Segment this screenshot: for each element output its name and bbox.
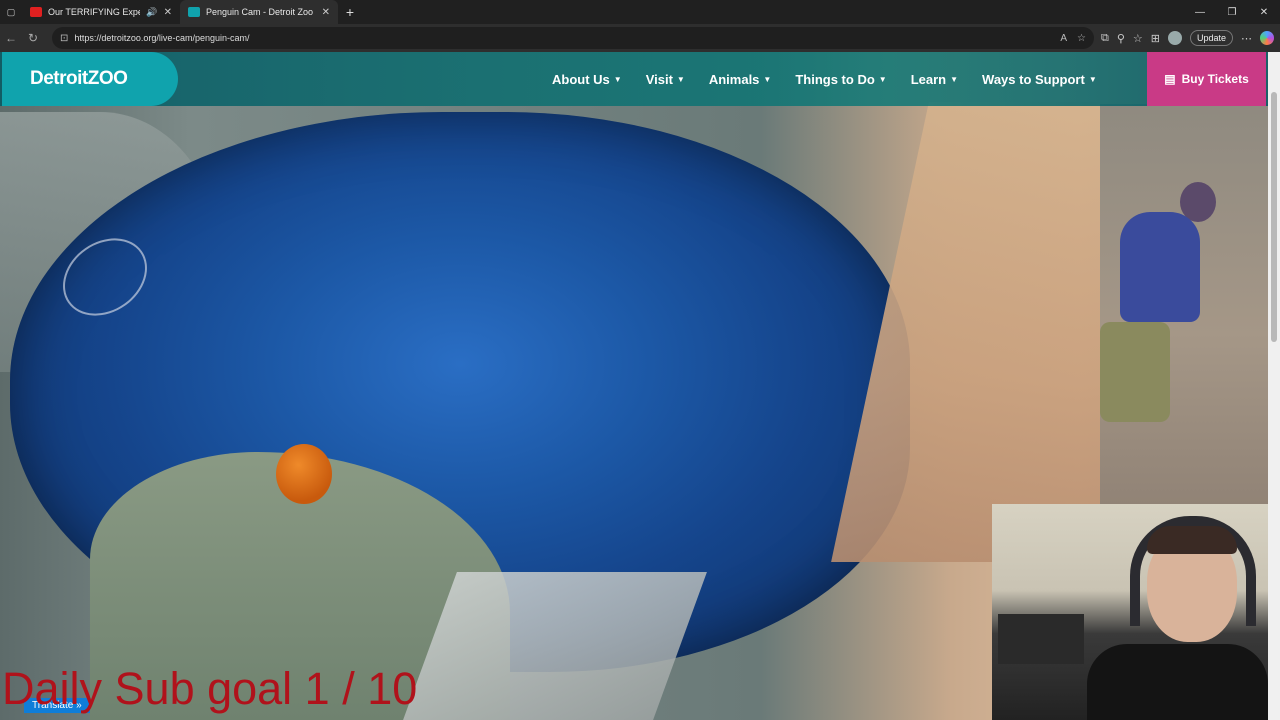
- chevron-down-icon: ▼: [950, 74, 959, 84]
- tab-youtube[interactable]: Our TERRIFYING Experience 🔊 ✕: [22, 0, 180, 24]
- tab-title: Penguin Cam - Detroit Zoo: [206, 7, 314, 17]
- nav-label: Ways to Support: [982, 71, 1085, 87]
- zookeeper: [1080, 172, 1216, 422]
- main-nav: About Us ▼ Visit ▼ Animals ▼ Things to Do ▼ …: [540, 52, 1109, 106]
- nav-label: Visit: [645, 71, 673, 87]
- back-button[interactable]: ←: [0, 31, 22, 45]
- site-info-icon[interactable]: ⊡: [60, 33, 68, 44]
- tab-bar: ▢ Our TERRIFYING Experience 🔊 ✕ Penguin …: [0, 0, 1280, 24]
- nav-animals[interactable]: Animals ▼: [697, 72, 784, 87]
- webpage: DetroitZOO About Us ▼ Visit ▼ Animals ▼ Thi…: [0, 52, 1280, 720]
- tab-title: Our TERRIFYING Experience: [48, 7, 141, 17]
- nav-about-us[interactable]: About Us ▼: [540, 72, 634, 87]
- url-field[interactable]: ⊡ https://detroitzoo.org/live-cam/pengui…: [52, 27, 1094, 49]
- profile-avatar[interactable]: [1167, 31, 1182, 45]
- chevron-down-icon: ▼: [613, 74, 622, 84]
- scrollbar[interactable]: [1268, 52, 1280, 720]
- update-button[interactable]: Update: [1189, 30, 1233, 46]
- nav-learn[interactable]: Learn ▼: [899, 72, 970, 87]
- close-icon[interactable]: ✕: [322, 7, 330, 18]
- more-menu-icon[interactable]: ⋯: [1241, 32, 1252, 45]
- sub-goal-overlay: Daily Sub goal 1 / 10: [2, 663, 418, 714]
- scrollbar-thumb[interactable]: [1271, 92, 1277, 342]
- extensions-icon[interactable]: ⧉: [1101, 32, 1109, 45]
- toolbar: ⧉ ⚲ ☆ ⊞ Update ⋯: [1101, 24, 1274, 52]
- favorites-icon[interactable]: ☆: [1133, 32, 1143, 45]
- close-window-button[interactable]: ✕: [1248, 7, 1280, 18]
- window-controls: — ❐ ✕: [1184, 0, 1280, 24]
- youtube-icon: [30, 7, 42, 17]
- copilot-icon[interactable]: [1260, 31, 1274, 45]
- streamer-webcam: [992, 504, 1268, 720]
- split-screen-icon[interactable]: ⚲: [1117, 32, 1125, 45]
- favorite-star-icon[interactable]: ☆: [1077, 33, 1086, 44]
- nav-label: Learn: [910, 71, 947, 87]
- ticket-icon: ▤: [1164, 72, 1176, 86]
- tab-actions-icon[interactable]: ▢: [0, 7, 22, 18]
- collections-icon[interactable]: ⊞: [1151, 32, 1160, 45]
- nav-visit[interactable]: Visit ▼: [634, 72, 697, 87]
- pool-stairs: [403, 572, 707, 720]
- chevron-down-icon: ▼: [878, 74, 887, 84]
- site-header: DetroitZOO About Us ▼ Visit ▼ Animals ▼ Thi…: [0, 52, 1268, 106]
- maximize-button[interactable]: ❐: [1216, 7, 1248, 18]
- nav-label: Animals: [708, 71, 760, 87]
- url-text: https://detroitzoo.org/live-cam/penguin-…: [74, 33, 250, 43]
- detroit-zoo-icon: [188, 7, 200, 17]
- refresh-button[interactable]: ↻: [22, 31, 44, 45]
- chevron-down-icon: ▼: [763, 74, 772, 84]
- buy-tickets-button[interactable]: ▤ Buy Tickets: [1147, 52, 1266, 106]
- nav-things-to-do[interactable]: Things to Do ▼: [783, 72, 898, 87]
- buy-tickets-label: Buy Tickets: [1181, 72, 1249, 86]
- pumpkin: [276, 444, 332, 504]
- new-tab-button[interactable]: +: [338, 4, 362, 20]
- address-bar: ← ↻ ⊡ https://detroitzoo.org/live-cam/pe…: [0, 24, 1280, 52]
- nav-label: About Us: [552, 71, 610, 87]
- url-actions: A ☆: [1060, 27, 1086, 49]
- read-aloud-icon[interactable]: A: [1060, 33, 1067, 44]
- speaker-icon[interactable]: 🔊: [146, 7, 157, 18]
- chevron-down-icon: ▼: [1088, 74, 1097, 84]
- minimize-button[interactable]: —: [1184, 7, 1216, 18]
- site-logo: DetroitZOO: [30, 68, 128, 89]
- tab-penguin-cam[interactable]: Penguin Cam - Detroit Zoo ✕: [180, 0, 338, 24]
- nav-label: Things to Do: [795, 71, 875, 87]
- chevron-down-icon: ▼: [676, 74, 685, 84]
- close-icon[interactable]: ✕: [164, 7, 172, 18]
- logo-link[interactable]: DetroitZOO: [2, 52, 178, 106]
- nav-ways-to-support[interactable]: Ways to Support ▼: [970, 72, 1109, 87]
